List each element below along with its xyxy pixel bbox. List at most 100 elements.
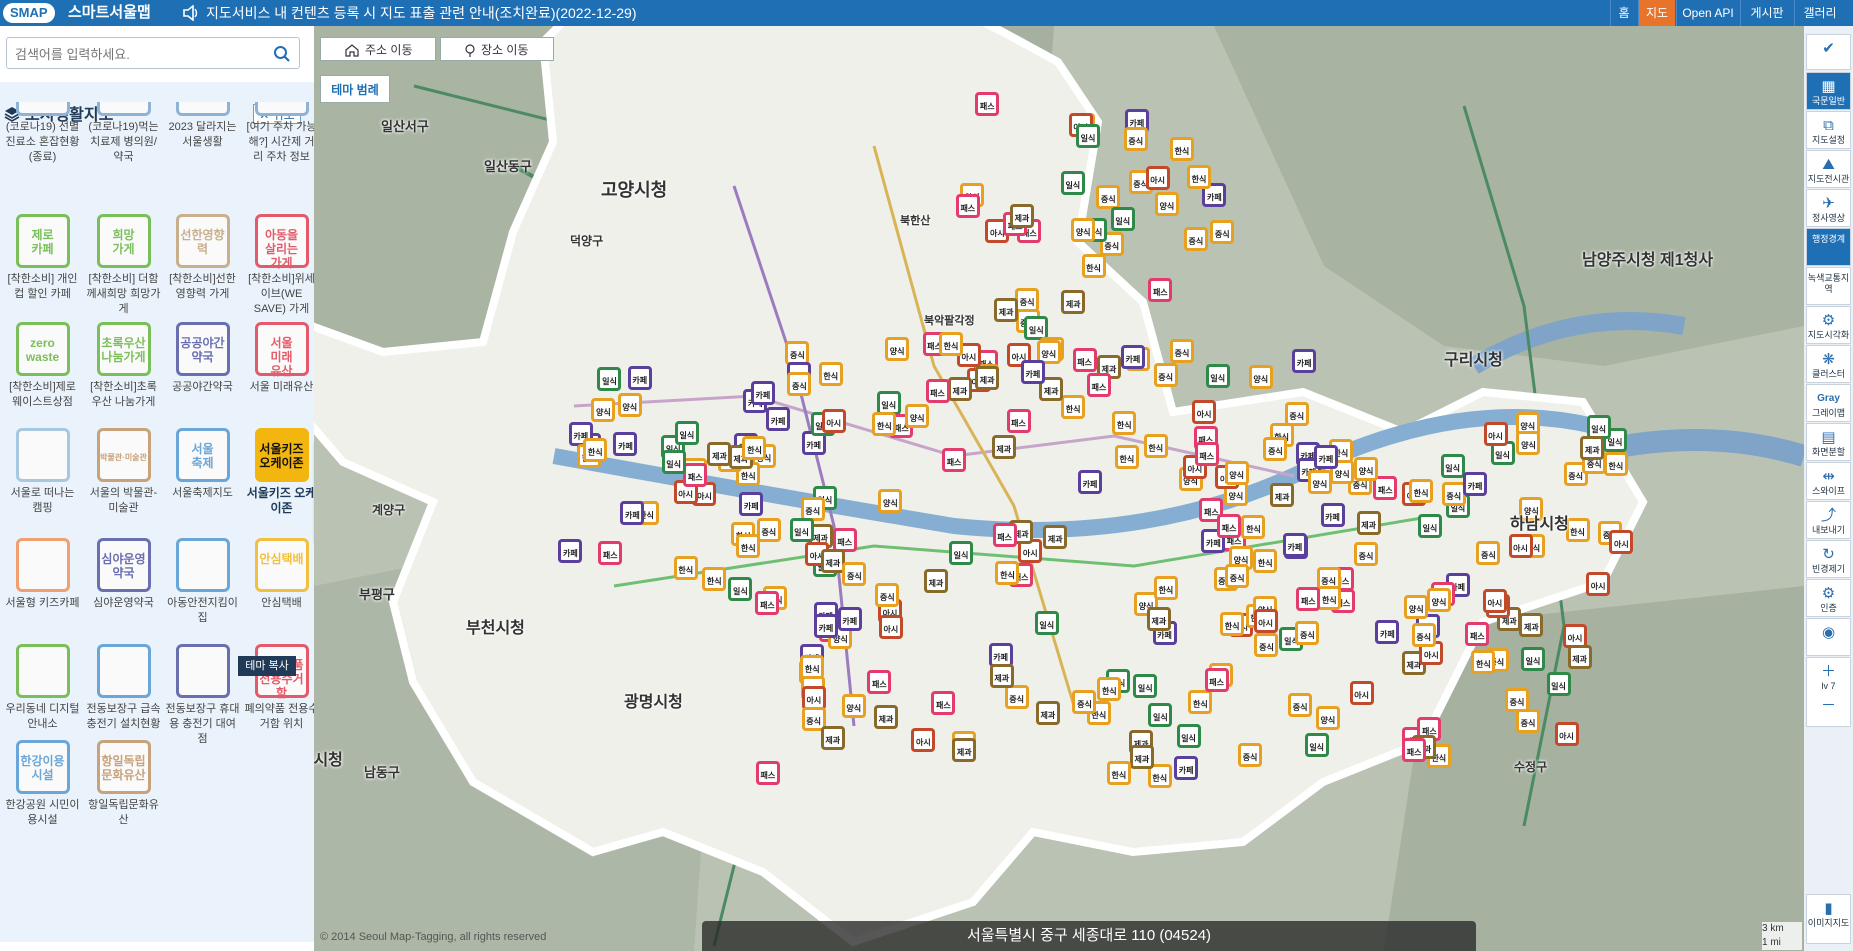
poi-marker[interactable]: 아시 [821, 409, 846, 434]
poi-marker[interactable]: 양식 [1354, 456, 1379, 481]
tool-aerial[interactable]: ✈ 정사영상 [1806, 189, 1851, 227]
poi-marker[interactable]: 일식 [1060, 171, 1085, 196]
poi-marker[interactable]: 아시 [1508, 533, 1533, 558]
poi-marker[interactable]: 중식 [1284, 401, 1309, 426]
poi-marker[interactable]: 제과 [1356, 510, 1381, 535]
poi-marker[interactable]: 일식 [1546, 671, 1571, 696]
copy-theme-button[interactable]: 테마 복사 [238, 656, 296, 676]
poi-marker[interactable]: 패스 [1072, 347, 1097, 372]
poi-marker[interactable]: 패스 [1296, 586, 1321, 611]
poi-marker[interactable]: 중식 [1225, 564, 1250, 589]
poi-marker[interactable]: 일식 [1304, 733, 1329, 758]
poi-marker[interactable]: 패스 [1204, 667, 1229, 692]
poi-marker[interactable]: 패스 [1006, 408, 1031, 433]
poi-marker[interactable]: 한식 [1603, 452, 1628, 477]
theme-item[interactable]: 공공야간약국 공공야간약국 [165, 322, 240, 395]
theme-item[interactable]: 아동을 살리는 가게 [착한소비]위세이브(WE SAVE) 가게 [244, 214, 319, 317]
theme-item[interactable]: (코로나19) 선별진료소 혼잡현황(종료) [5, 102, 80, 165]
poi-marker[interactable]: 제과 [923, 569, 948, 594]
poi-marker[interactable]: 양식 [878, 488, 903, 513]
poi-marker[interactable]: 중식 [1238, 742, 1263, 767]
poi-marker[interactable]: 일식 [949, 541, 974, 566]
notice-link[interactable]: 지도서비스 내 컨텐츠 등록 시 지도 표출 관련 안내(조치완료)(2022-… [206, 3, 637, 23]
poi-marker[interactable]: 제과 [994, 298, 1019, 323]
poi-marker[interactable]: 제과 [1009, 204, 1034, 229]
poi-marker[interactable]: 한식 [1471, 650, 1496, 675]
poi-marker[interactable]: 중식 [1263, 436, 1288, 461]
theme-item[interactable]: 서울로 떠나는 캠핑 [5, 428, 80, 516]
nav-board[interactable]: 게시판 [1740, 0, 1793, 26]
tool-cluster[interactable]: ❋ 클러스터 [1806, 345, 1851, 383]
theme-item[interactable]: 안심택배 안심택배 [244, 538, 319, 611]
poi-marker[interactable]: 한식 [742, 436, 767, 461]
tool-map-gallery[interactable]: ⛰ 지도전시관 [1806, 150, 1851, 188]
tool-zoom[interactable]: ＋ lv 7 － [1806, 657, 1851, 727]
poi-marker[interactable]: 일식 [1024, 315, 1049, 340]
tool-refresh[interactable]: ↻ 빈경제기 [1806, 540, 1851, 578]
nav-gallery[interactable]: 갤러리 [1794, 0, 1845, 26]
poi-marker[interactable]: 아시 [1192, 400, 1217, 425]
poi-marker[interactable]: 양식 [905, 403, 930, 428]
tool-visualize[interactable]: ⚙ 지도시각화 [1806, 306, 1851, 344]
poi-marker[interactable]: 양식 [591, 398, 616, 423]
poi-marker[interactable]: 카페 [1375, 620, 1400, 645]
poi-marker[interactable]: 한식 [673, 556, 698, 581]
poi-marker[interactable]: 중식 [1210, 219, 1235, 244]
poi-marker[interactable]: 한식 [1241, 514, 1266, 539]
theme-item[interactable]: zero waste [착한소비]제로웨이스트상점 [5, 322, 80, 410]
theme-item[interactable]: 박물관·미술관 서울의 박물관-미술관 [86, 428, 161, 516]
tool-green-zone[interactable]: 녹색교통지역 [1806, 267, 1851, 305]
tool-boundary[interactable]: 행정경계 [1806, 228, 1851, 266]
poi-marker[interactable]: 일식 [1586, 414, 1611, 439]
poi-marker[interactable]: 중식 [1072, 690, 1097, 715]
poi-marker[interactable]: 제과 [975, 366, 1000, 391]
poi-marker[interactable]: 패스 [1087, 373, 1112, 398]
poi-marker[interactable]: 패스 [1402, 738, 1427, 763]
poi-marker[interactable]: 일식 [1417, 513, 1442, 538]
poi-marker[interactable]: 중식 [875, 582, 900, 607]
poi-marker[interactable]: 아시 [1554, 722, 1579, 747]
poi-marker[interactable]: 패스 [1194, 442, 1219, 466]
poi-marker[interactable]: 양식 [1071, 217, 1096, 242]
nav-open-api[interactable]: Open API [1676, 0, 1739, 26]
poi-marker[interactable]: 카페 [813, 614, 838, 639]
poi-marker[interactable]: 제과 [1519, 612, 1544, 637]
poi-marker[interactable]: 아시 [1609, 530, 1634, 555]
app-title[interactable]: 스마트서울맵 [68, 3, 151, 23]
poi-marker[interactable]: 한식 [1081, 254, 1106, 279]
poi-marker[interactable]: 패스 [955, 193, 980, 218]
nav-map[interactable]: 지도 [1638, 0, 1675, 26]
poi-marker[interactable]: 아시 [1586, 571, 1611, 596]
tool-locate[interactable]: ◉ [1806, 618, 1851, 656]
tool-gray-map[interactable]: Gray 그레이맵 [1806, 384, 1851, 422]
poi-marker[interactable]: 일식 [597, 366, 622, 391]
smap-logo[interactable]: SMAP [3, 3, 55, 23]
poi-marker[interactable]: 중식 [1288, 692, 1313, 717]
poi-marker[interactable]: 양식 [841, 694, 866, 719]
poi-marker[interactable]: 패스 [755, 590, 780, 615]
poi-marker[interactable]: 중식 [1015, 287, 1040, 312]
poi-marker[interactable]: 제과 [952, 738, 977, 763]
poi-marker[interactable]: 한식 [938, 332, 963, 357]
poi-marker[interactable]: 아시 [1483, 421, 1508, 446]
poi-marker[interactable]: 제과 [1580, 436, 1605, 461]
poi-marker[interactable]: 일식 [1148, 702, 1173, 727]
poi-marker[interactable]: 중식 [1505, 687, 1530, 712]
poi-marker[interactable]: 한식 [872, 411, 897, 436]
poi-marker[interactable]: 일식 [1034, 610, 1059, 635]
theme-item[interactable]: 희망 가게 [착한소비] 더함께새희망 희망가게 [86, 214, 161, 317]
poi-marker[interactable]: 한식 [1106, 761, 1131, 786]
tool-map-settings[interactable]: ⧉ 지도설정 [1806, 111, 1851, 149]
tool-export[interactable]: ⤴ 내보내기 [1806, 501, 1851, 539]
poi-marker[interactable]: 카페 [613, 432, 638, 457]
poi-marker[interactable]: 일식 [1110, 206, 1135, 231]
poi-marker[interactable]: 중식 [1295, 621, 1320, 646]
poi-marker[interactable]: 중식 [1123, 126, 1148, 151]
theme-item[interactable]: 서울 미래 유산 서울 미래유산 [244, 322, 319, 395]
poi-marker[interactable]: 중식 [1353, 541, 1378, 566]
poi-marker[interactable]: 패스 [867, 670, 892, 695]
poi-marker[interactable]: 패스 [1465, 622, 1490, 646]
tool-image-map[interactable]: ▮ 이미지지도 [1806, 894, 1851, 944]
poi-marker[interactable]: 중식 [1411, 622, 1436, 647]
poi-marker[interactable]: 한식 [1112, 410, 1137, 435]
